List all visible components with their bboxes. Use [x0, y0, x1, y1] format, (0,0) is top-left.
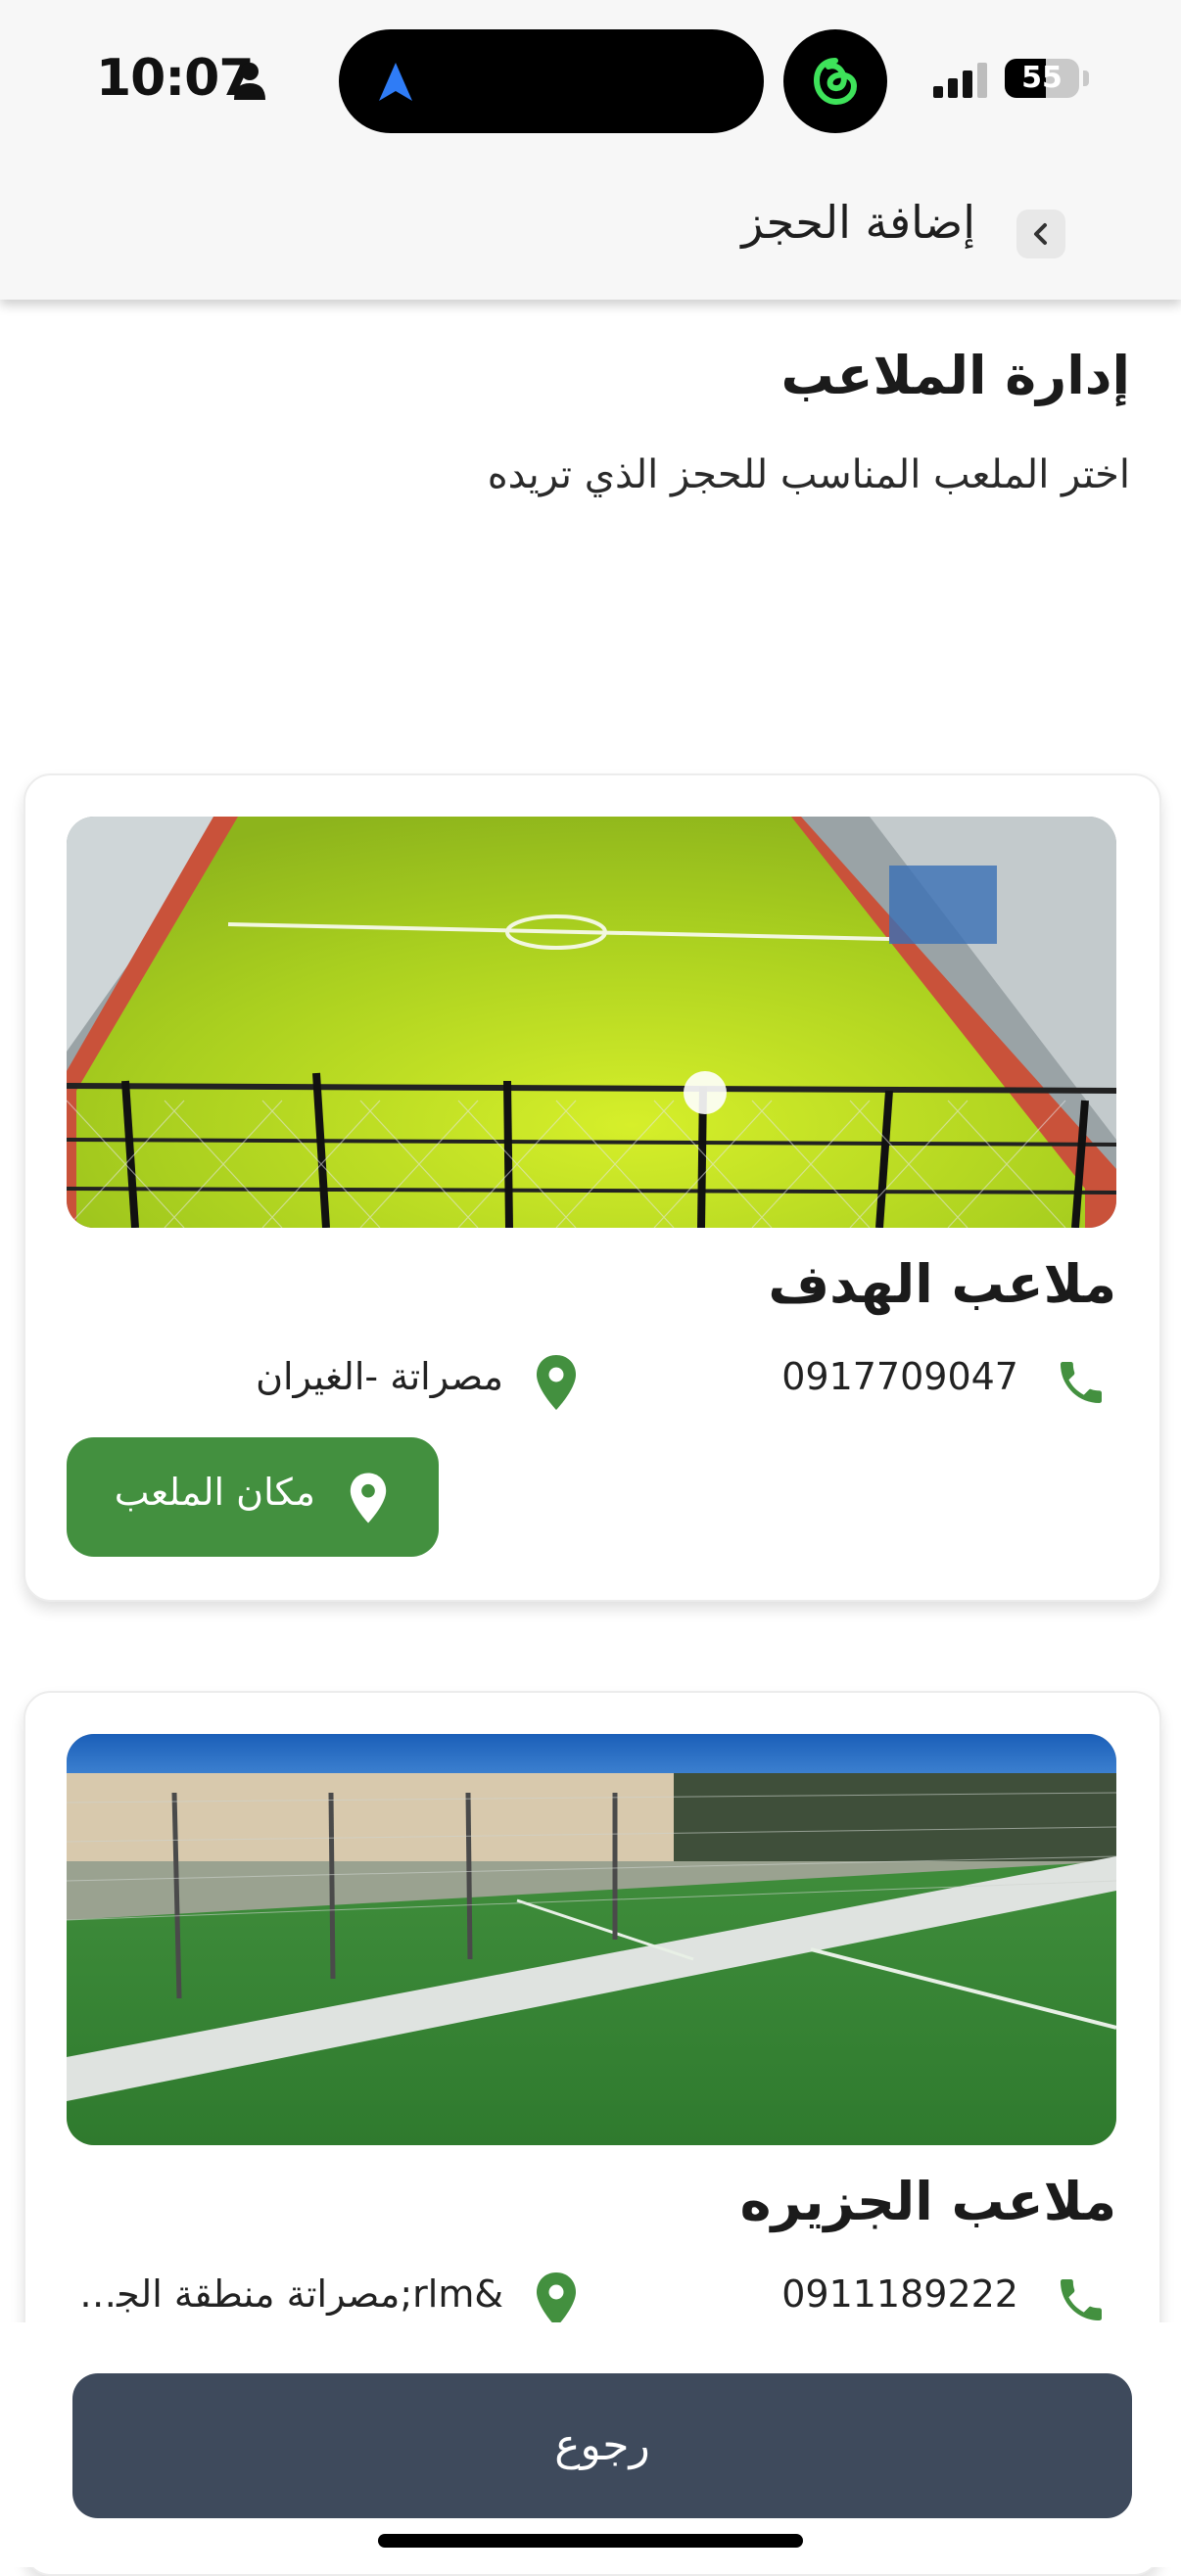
field-photo	[67, 1734, 1116, 2145]
home-indicator	[378, 2534, 803, 2548]
phone-icon[interactable]	[1054, 2272, 1109, 2327]
field-phone[interactable]: 0917709047	[781, 1355, 1018, 1398]
field-name: ملاعب الهدف	[768, 1253, 1116, 1315]
location-pin-icon	[350, 1473, 387, 1523]
page-subtitle: اختر الملعب المناسب للحجز الذي تريده	[487, 452, 1130, 497]
header-title: إضافة الحجز	[741, 196, 975, 249]
phone-icon[interactable]	[1054, 1355, 1109, 1410]
threads-icon	[813, 58, 858, 106]
signal-icon	[933, 63, 987, 98]
field-location: ‏&rlm;مصراتة منطقة الجز...	[72, 2272, 503, 2316]
dynamic-island	[339, 29, 764, 133]
field-location-button-label: مكان الملعب	[114, 1471, 315, 1514]
field-phone[interactable]: 0911189222	[781, 2272, 1018, 2316]
field-location: مصراتة -الغيران	[256, 1355, 503, 1398]
chevron-left-icon	[1034, 223, 1047, 245]
person-icon	[234, 63, 265, 100]
bottom-bar: رجوع	[0, 2322, 1181, 2567]
battery-icon: 55	[1005, 59, 1079, 98]
location-pin-icon	[537, 1355, 576, 1410]
location-pin-icon	[537, 2272, 576, 2327]
field-card[interactable]: ملاعب الهدف 0917709047 مصراتة -الغيران م…	[24, 773, 1161, 1602]
navigation-arrow-icon	[379, 63, 412, 101]
threads-app-button[interactable]	[783, 29, 887, 133]
back-button[interactable]: رجوع	[72, 2373, 1132, 2518]
battery-level: 55	[1021, 61, 1063, 95]
field-photo	[67, 817, 1116, 1228]
page-title: إدارة الملاعب	[780, 345, 1130, 406]
field-location-button[interactable]: مكان الملعب	[67, 1437, 439, 1557]
status-time: 10:07	[96, 49, 255, 108]
battery-cap	[1083, 70, 1089, 86]
field-name: ملاعب الجزيره	[739, 2171, 1116, 2232]
header-back-button[interactable]	[1016, 210, 1065, 258]
top-bar: 10:07 55 إضافة الحجز	[0, 0, 1181, 300]
